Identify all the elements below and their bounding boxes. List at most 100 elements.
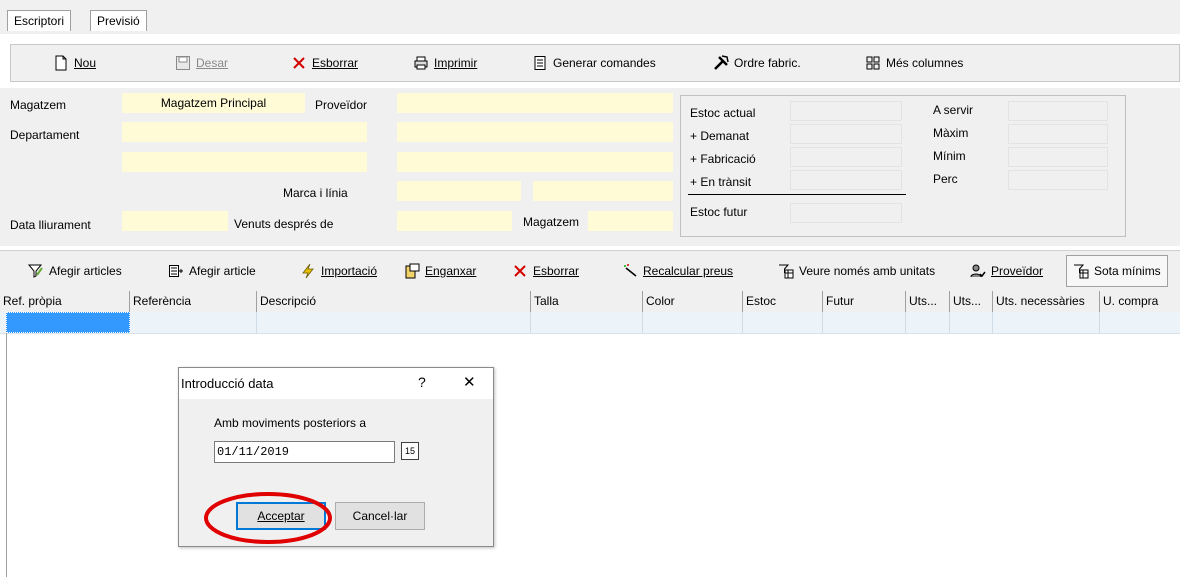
recalcular-preus-button[interactable]: Recalcular preus [622, 251, 733, 291]
desar-button[interactable]: Desar [175, 45, 228, 81]
magatzem2-field[interactable] [588, 211, 673, 231]
tab-bar: Escriptori Previsió [0, 0, 1180, 34]
help-button[interactable]: ? [418, 374, 426, 390]
tab-escriptori[interactable]: Escriptori [7, 10, 72, 31]
nou-button[interactable]: Nou [53, 45, 96, 81]
printer-icon [414, 56, 428, 70]
cancel-button[interactable]: Cancel·lar [335, 502, 425, 530]
mes-columnes-button[interactable]: Més columnes [865, 45, 963, 81]
imprimir-button[interactable]: Imprimir [413, 45, 477, 81]
esborrar-grid-button[interactable]: Esborrar [512, 251, 579, 291]
afegir-article-button[interactable]: Afegir article [168, 251, 256, 291]
table-cell[interactable] [531, 312, 643, 333]
grid-left-border [6, 333, 7, 577]
delete-x-icon [514, 265, 526, 277]
magatzem-label: Magatzem [10, 98, 67, 112]
column-header[interactable]: Uts. necessàries [993, 291, 1100, 312]
column-header[interactable]: Color [643, 291, 743, 312]
maxim-value [1008, 124, 1108, 144]
a-servir-label: A servir [933, 103, 974, 117]
demanat-value [790, 124, 902, 144]
grid-header: Ref. pròpia Referència Descripció Talla … [0, 291, 1180, 313]
tab-previsio[interactable]: Previsió [90, 10, 147, 31]
date-input[interactable]: 01/11/2019 [214, 441, 395, 463]
grid-toolbar: Afegir articles Afegir article Importaci… [0, 250, 1180, 291]
date-prompt-label: Amb moviments posteriors a [214, 416, 367, 430]
table-cell[interactable] [257, 312, 531, 333]
table-cell[interactable] [643, 312, 743, 333]
linia-field[interactable] [533, 181, 673, 201]
table-row[interactable] [0, 312, 1180, 334]
user-check-icon [970, 264, 986, 278]
estoc-futur-value [790, 203, 902, 223]
main-toolbar: Nou Desar Esborrar Imprimir Generar coma… [10, 44, 1180, 82]
column-header[interactable]: Uts... [950, 291, 993, 312]
table-cell[interactable] [950, 312, 993, 333]
column-header[interactable]: Estoc [743, 291, 823, 312]
afegir-articles-button[interactable]: Afegir articles [28, 251, 122, 291]
proveidor-grid-button[interactable]: Proveïdor [970, 251, 1043, 291]
filter-table-icon [779, 264, 794, 279]
venuts-field[interactable] [397, 211, 512, 231]
venuts-label: Venuts després de [234, 217, 334, 231]
veure-unitats-button[interactable]: Veure només amb unitats [778, 251, 935, 291]
delete-x-icon [293, 57, 305, 69]
enganxar-button[interactable]: Enganxar [404, 251, 476, 291]
demanat-label: + Demanat [690, 129, 750, 143]
table-cell[interactable] [993, 312, 1100, 333]
departament-field[interactable] [122, 122, 367, 142]
estoc-actual-label: Estoc actual [690, 106, 756, 120]
column-header[interactable]: Ref. pròpia [0, 291, 130, 312]
new-document-icon [55, 55, 67, 71]
data-lliurament-field[interactable] [122, 211, 228, 231]
sota-minims-button[interactable]: Sota mínims [1066, 255, 1168, 287]
estoc-actual-value [790, 101, 902, 121]
importacio-button[interactable]: Importació [300, 251, 377, 291]
esborrar-button[interactable]: Esborrar [291, 45, 358, 81]
column-header[interactable]: Futur [823, 291, 906, 312]
column-header[interactable]: Uts... [906, 291, 950, 312]
fabricacio-label: + Fabricació [690, 152, 756, 166]
marca-field[interactable] [397, 181, 521, 201]
column-header[interactable]: U. compra [1100, 291, 1180, 312]
table-cell[interactable] [743, 312, 823, 333]
table-cell[interactable] [823, 312, 906, 333]
filter-table-icon [1074, 264, 1089, 279]
minim-label: Mínim [933, 149, 966, 163]
estoc-futur-label: Estoc futur [690, 205, 748, 219]
departament-name-field[interactable] [122, 152, 367, 172]
dialog-title: Introducció data [181, 376, 274, 391]
close-icon[interactable]: ✕ [463, 373, 476, 391]
columns-icon [866, 56, 880, 70]
proveidor-name-field[interactable] [397, 122, 673, 142]
filter-add-icon [28, 264, 43, 278]
save-icon [176, 56, 190, 70]
perc-value [1008, 170, 1108, 190]
transit-label: + En trànsit [690, 175, 752, 189]
magatzem-field[interactable]: Magatzem Principal [122, 93, 305, 113]
column-header[interactable]: Talla [531, 291, 643, 312]
proveidor-label: Proveïdor [315, 98, 368, 112]
dialog-titlebar[interactable]: Introducció data ? ✕ [179, 368, 493, 398]
document-list-icon [534, 56, 546, 70]
highlight-ellipse [204, 492, 332, 544]
extra-field[interactable] [397, 152, 673, 172]
calendar-icon[interactable]: 15 [401, 442, 419, 460]
estoc-divider [688, 194, 906, 195]
wand-icon [624, 264, 637, 277]
ordre-fabric-button[interactable]: Ordre fabric. [713, 45, 801, 81]
column-header[interactable]: Descripció [257, 291, 531, 312]
selected-cell[interactable] [6, 312, 130, 333]
fabricacio-value [790, 147, 902, 167]
paste-icon [405, 263, 420, 279]
add-row-icon [169, 265, 183, 277]
proveidor-field[interactable] [397, 93, 673, 113]
perc-label: Perc [933, 172, 958, 186]
table-cell[interactable] [906, 312, 950, 333]
tools-icon [714, 55, 729, 70]
minim-value [1008, 147, 1108, 167]
column-header[interactable]: Referència [130, 291, 257, 312]
table-cell[interactable] [130, 312, 257, 333]
generar-comandes-button[interactable]: Generar comandes [532, 45, 656, 81]
transit-value [790, 170, 902, 190]
